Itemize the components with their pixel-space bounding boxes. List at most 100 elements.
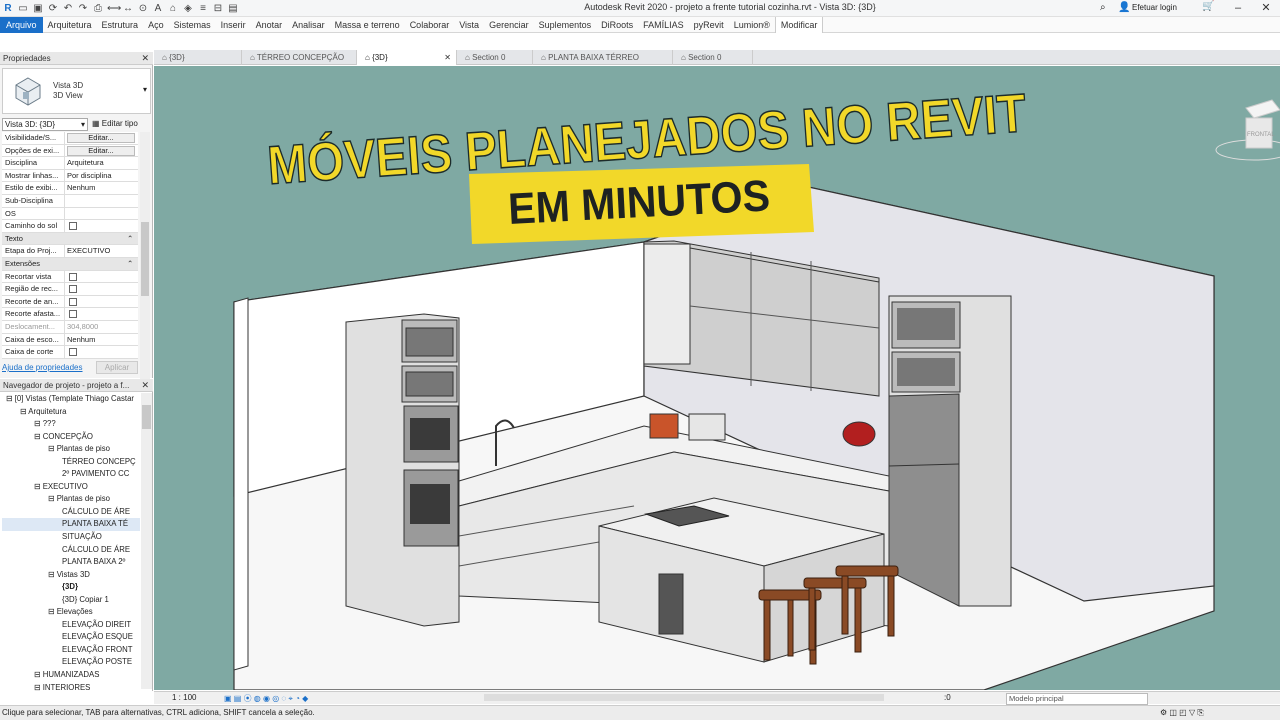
apply-button[interactable]: Aplicar (96, 361, 138, 374)
property-row[interactable]: Deslocament... 304,8000 (2, 320, 138, 334)
model-selector[interactable]: Modelo principal (1006, 693, 1148, 705)
close-icon[interactable]: ✕ (444, 50, 451, 65)
collapse-icon[interactable]: ⌃ (127, 233, 137, 245)
property-value[interactable]: Editar... (65, 145, 138, 157)
scroll-thumb[interactable] (141, 222, 149, 296)
property-value[interactable] (65, 346, 138, 358)
browser-tree-item[interactable]: CÁLCULO DE ÁRE (2, 544, 140, 557)
close-hidden-icon[interactable]: ⊟ (212, 3, 224, 15)
type-selector[interactable]: Vista 3D 3D View ▾ (2, 68, 151, 114)
property-value[interactable]: 304,8000 (65, 321, 138, 333)
section-icon[interactable]: ◈ (182, 3, 194, 15)
close-window-button[interactable]: ✕ (1252, 0, 1280, 16)
thin-lines-icon[interactable]: ≡ (197, 3, 209, 15)
property-row[interactable]: Região de rec... (2, 283, 138, 296)
properties-help-link[interactable]: Ajuda de propriedades (2, 363, 83, 372)
browser-tree-item[interactable]: ⊟ EXECUTIVO (2, 481, 140, 494)
property-row[interactable]: Opções de exi... Editar... (2, 144, 138, 158)
property-value[interactable]: Arquitetura (65, 157, 138, 169)
viewcube[interactable]: FRONTAL (1215, 99, 1280, 161)
revit-logo-icon[interactable]: R (2, 3, 14, 15)
checkbox[interactable] (69, 348, 77, 357)
edit-button[interactable]: Editar... (67, 133, 135, 143)
property-value[interactable] (65, 271, 138, 283)
property-value[interactable] (65, 308, 138, 320)
property-row[interactable]: Visibilidade/S... Editar... (2, 132, 138, 145)
property-value[interactable] (65, 208, 138, 220)
cart-icon[interactable]: 🛒 (1202, 1, 1214, 12)
ribbon-tab-colaborar[interactable]: Colaborar (405, 17, 455, 33)
property-value[interactable] (65, 195, 138, 207)
property-row[interactable]: Caixa de esco... Nenhum (2, 333, 138, 347)
redo-icon[interactable]: ↷ (77, 3, 89, 15)
print-icon[interactable]: ⎙ (92, 3, 104, 15)
property-row[interactable]: Texto ⌃ (2, 232, 138, 246)
close-icon[interactable]: ✕ (141, 52, 149, 65)
browser-tree-item[interactable]: ⊟ HUMANIZADAS (2, 669, 140, 682)
property-row[interactable]: Caixa de corte (2, 346, 138, 359)
browser-tree-item[interactable]: ELEVAÇÃO DIREIT (2, 619, 140, 632)
ribbon-tab-analisar[interactable]: Analisar (287, 17, 330, 33)
browser-tree-item[interactable]: CÁLCULO DE ÁRE (2, 506, 140, 519)
ribbon-tab-inserir[interactable]: Inserir (216, 17, 251, 33)
ribbon-tab-sistemas[interactable]: Sistemas (169, 17, 216, 33)
property-row[interactable]: Extensões ⌃ (2, 257, 138, 271)
browser-tree-item[interactable]: 2º PAVIMENTO CC (2, 468, 140, 481)
undo-icon[interactable]: ↶ (62, 3, 74, 15)
checkbox[interactable] (69, 297, 77, 306)
browser-tree-item[interactable]: ⊟ Plantas de piso (2, 443, 140, 456)
ribbon-tab-lumion-[interactable]: Lumion® (729, 17, 775, 33)
browser-tree-item[interactable]: PLANTA BAIXA 2º (2, 556, 140, 569)
checkbox[interactable] (69, 285, 77, 294)
property-row[interactable]: Etapa do Proj... EXECUTIVO (2, 245, 138, 258)
browser-tree-item[interactable]: {3D} (2, 581, 140, 594)
ribbon-tab-massa-e-terreno[interactable]: Massa e terreno (330, 17, 405, 33)
ribbon-tab-suplementos[interactable]: Suplementos (534, 17, 597, 33)
text-icon[interactable]: A (152, 3, 164, 15)
browser-tree-item[interactable]: PLANTA BAIXA TÉ (2, 518, 140, 532)
property-value[interactable]: Nenhum (65, 182, 138, 194)
ribbon-tab-gerenciar[interactable]: Gerenciar (484, 17, 534, 33)
property-row[interactable]: Caminho do sol (2, 220, 138, 233)
login-label[interactable]: Efetuar login (1132, 3, 1177, 12)
dimension-icon[interactable]: ↔ (122, 3, 134, 15)
search-icon[interactable]: ⌕ (1100, 2, 1106, 13)
save-icon[interactable]: ▣ (32, 3, 44, 15)
document-tab[interactable]: ⌂ TÉRREO CONCEPÇÃO (242, 50, 357, 65)
sync-icon[interactable]: ⟳ (47, 3, 59, 15)
property-row[interactable]: OS (2, 207, 138, 221)
browser-scrollbar[interactable] (141, 393, 152, 689)
browser-tree-item[interactable]: TÉRREO CONCEPÇ (2, 456, 140, 469)
property-value[interactable]: Nenhum (65, 334, 138, 346)
property-row[interactable]: Mostrar linhas... Por disciplina (2, 169, 138, 183)
checkbox[interactable] (69, 222, 77, 231)
3d-viewport[interactable]: FRONTAL MÓVEIS PLANEJADOS NO REVIT EM MI… (154, 66, 1280, 690)
browser-tree-item[interactable]: ⊟ Arquitetura (2, 406, 140, 419)
checkbox[interactable] (69, 272, 77, 281)
property-row[interactable]: Disciplina Arquitetura (2, 157, 138, 170)
ribbon-tab-arquitetura[interactable]: Arquitetura (43, 17, 97, 33)
property-value[interactable]: Por disciplina (65, 170, 138, 182)
ribbon-tab-estrutura[interactable]: Estrutura (97, 17, 144, 33)
browser-tree-item[interactable]: ⊟ Vistas 3D (2, 569, 140, 582)
browser-tree-item[interactable]: ELEVAÇÃO ESQUE (2, 631, 140, 644)
property-row[interactable]: Recorte afasta... (2, 308, 138, 321)
scroll-thumb[interactable] (142, 405, 151, 429)
ribbon-tab-arquivo[interactable]: Arquivo (0, 16, 43, 33)
browser-tree-item[interactable]: ⊟ CONCEPÇÃO (2, 431, 140, 444)
tag-icon[interactable]: ⊙ (137, 3, 149, 15)
scale-label[interactable]: 1 : 100 (172, 693, 196, 702)
instance-filter-select[interactable]: Vista 3D: {3D} ▾ (2, 118, 88, 131)
document-tab[interactable]: ⌂ PLANTA BAIXA TÉRREO (533, 50, 673, 65)
browser-tree-item[interactable]: SITUAÇÃO (2, 531, 140, 544)
dropdown-arrow-icon[interactable]: ▾ (143, 85, 147, 94)
minimize-button[interactable]: – (1224, 0, 1252, 16)
property-row[interactable]: Estilo de exibi... Nenhum (2, 182, 138, 195)
checkbox[interactable] (69, 310, 77, 319)
horizontal-scrollbar[interactable] (484, 694, 884, 701)
ribbon-tab-anotar[interactable]: Anotar (251, 17, 288, 33)
property-value[interactable] (65, 220, 138, 232)
browser-tree-item[interactable]: ⊟ Elevações (2, 606, 140, 619)
property-value[interactable] (65, 283, 138, 295)
ribbon-tab-a-o[interactable]: Aço (143, 17, 169, 33)
